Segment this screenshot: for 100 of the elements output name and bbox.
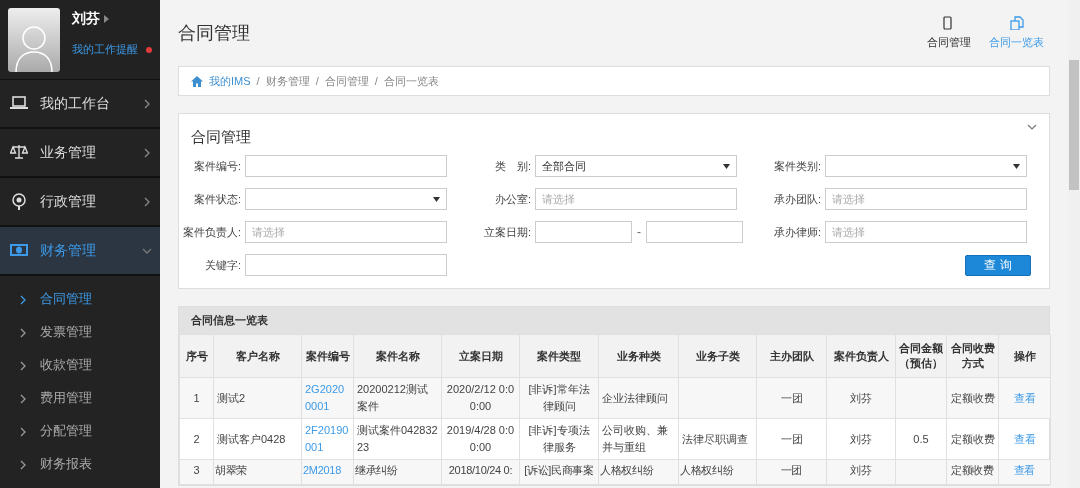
chevron-right-icon <box>18 327 28 338</box>
breadcrumb-link[interactable]: 财务管理 <box>265 73 310 89</box>
breadcrumb-link[interactable]: 合同管理 <box>324 73 369 89</box>
submenu-item[interactable]: 费用管理 <box>0 382 160 415</box>
table-cell-text: 继承纠纷 <box>355 463 399 478</box>
column-header: 立案日期 <box>441 334 520 378</box>
home-icon <box>191 75 203 87</box>
column-header: 客户名称 <box>213 334 302 378</box>
table-cell-text: 2018/10/24 0: <box>447 463 514 478</box>
table-cell-text: 人格权纠纷 <box>600 463 655 478</box>
column-header: 操作 <box>998 334 1051 378</box>
copy-icon <box>1009 16 1024 30</box>
table-cell-text: 企业法律顾问 <box>602 390 669 406</box>
submenu-item[interactable]: 合同管理 <box>0 283 160 316</box>
select-field[interactable] <box>245 188 447 210</box>
table-cell-text: 定额收费 <box>950 463 995 478</box>
submenu-item[interactable]: 分配管理 <box>0 415 160 448</box>
field-label: 案件编号: <box>192 158 241 174</box>
page-title: 合同管理 <box>178 22 251 45</box>
field-label: 案件状态: <box>192 191 241 207</box>
select-field[interactable]: 全部合同 <box>535 155 737 177</box>
table-cell-text: 刘芬 <box>849 463 873 478</box>
nav-item[interactable]: 财务管理 <box>0 227 160 276</box>
input-field[interactable]: 请选择 <box>245 221 447 243</box>
chevron-right-icon <box>18 294 28 305</box>
user-name[interactable]: 刘芬 <box>72 10 100 28</box>
select-field[interactable] <box>825 155 1027 177</box>
table-cell-text: 2 <box>192 431 201 447</box>
column-header: 案件编号 <box>301 334 354 378</box>
table-cell-text: 2020/2/12 0:00:00 <box>445 382 516 414</box>
location-icon <box>10 192 28 211</box>
table-cell-text: 1 <box>192 390 201 406</box>
field-label: 办公室: <box>493 191 531 207</box>
work-reminder-link[interactable]: 我的工作提醒 <box>72 42 138 57</box>
dropdown-arrow-icon <box>1013 163 1020 169</box>
breadcrumb-link[interactable]: 合同一览表 <box>383 73 439 89</box>
column-header: 合同金额（预估） <box>895 334 947 378</box>
column-header: 案件类型 <box>519 334 599 378</box>
breadcrumb-link[interactable]: 我的IMS <box>209 73 251 89</box>
table-cell-text: 定额收费 <box>950 431 995 447</box>
field-label: 承办律师: <box>772 224 821 240</box>
field-label: 承办团队: <box>772 191 821 207</box>
dropdown-arrow-icon <box>433 196 440 202</box>
table-cell-text: 一团 <box>779 431 804 447</box>
view-tab[interactable]: 合同一览表 <box>989 16 1044 50</box>
breadcrumb-separator: / <box>374 75 378 87</box>
table-cell-text: 人格权纠纷 <box>680 463 735 478</box>
panel-title: 合同管理 <box>191 128 252 147</box>
input-field[interactable]: 请选择 <box>825 221 1027 243</box>
submenu-item[interactable]: 收款管理 <box>0 349 160 382</box>
table-cell-text: [诉讼]民商事案 <box>523 463 595 478</box>
submenu-item[interactable]: 财务报表 <box>0 448 160 481</box>
table-cell-text: 测试客户0428 <box>217 431 287 447</box>
view-tab[interactable]: 合同管理 <box>927 16 971 50</box>
chevron-right-icon <box>18 459 28 470</box>
column-header: 业务子类 <box>678 334 757 378</box>
submenu-item[interactable]: 发票管理 <box>0 316 160 349</box>
breadcrumb-separator: / <box>256 75 260 87</box>
table-cell-text: 3 <box>192 463 201 478</box>
chevron-right-icon <box>18 360 28 371</box>
field-label: 类 别: <box>493 158 531 174</box>
table-cell-text: 20200212测试案件 <box>357 382 429 414</box>
date-field[interactable] <box>646 221 743 243</box>
table-cell-text: 一团 <box>779 463 804 478</box>
column-header: 案件负责人 <box>826 334 896 378</box>
caret-icon <box>104 15 109 23</box>
date-field[interactable] <box>535 221 632 243</box>
column-header: 合同收费方式 <box>946 334 999 378</box>
table-cell-text: 法律尽职调查 <box>682 431 749 447</box>
table-cell-text: 刘芬 <box>849 431 873 447</box>
table-cell-text: 测试2 <box>217 390 247 406</box>
input-field[interactable]: 请选择 <box>535 188 737 210</box>
field-label: 立案日期: <box>482 224 531 240</box>
table-cell-text: 一团 <box>779 390 804 406</box>
chevron-right-icon <box>18 426 28 437</box>
table-cell-text: [非诉]专项法律服务 <box>527 423 591 455</box>
range-separator: - <box>636 225 642 239</box>
column-header: 序号 <box>179 334 214 378</box>
column-header: 业务种类 <box>598 334 679 378</box>
collapse-chevron-icon[interactable] <box>1027 124 1037 131</box>
table-cell-text: 2019/4/28 0:00:00 <box>445 423 516 455</box>
table-cell-text: 测试案件04283223 <box>357 423 438 455</box>
input-field[interactable] <box>245 155 447 177</box>
dropdown-arrow-icon <box>723 163 730 169</box>
table-cell-text: 胡翠荣 <box>215 463 249 478</box>
notification-dot-icon <box>146 46 152 53</box>
table-cell-text: 0.5 <box>912 431 930 447</box>
field-label: 案件类别: <box>772 158 821 174</box>
field-label: 案件负责人: <box>183 224 241 240</box>
chevron-right-icon <box>18 393 28 404</box>
input-field[interactable]: 请选择 <box>825 188 1027 210</box>
field-label: 关键字: <box>203 257 241 273</box>
column-header: 案件名称 <box>353 334 442 378</box>
table-cell-text: 刘芬 <box>849 390 873 406</box>
breadcrumb-separator: / <box>315 75 319 87</box>
table-cell-text: 定额收费 <box>950 390 995 406</box>
column-header: 主办团队 <box>756 334 827 378</box>
query-button[interactable]: 查 询 <box>965 254 1031 276</box>
input-field[interactable] <box>245 254 447 276</box>
table-title: 合同信息一览表 <box>179 307 1049 334</box>
